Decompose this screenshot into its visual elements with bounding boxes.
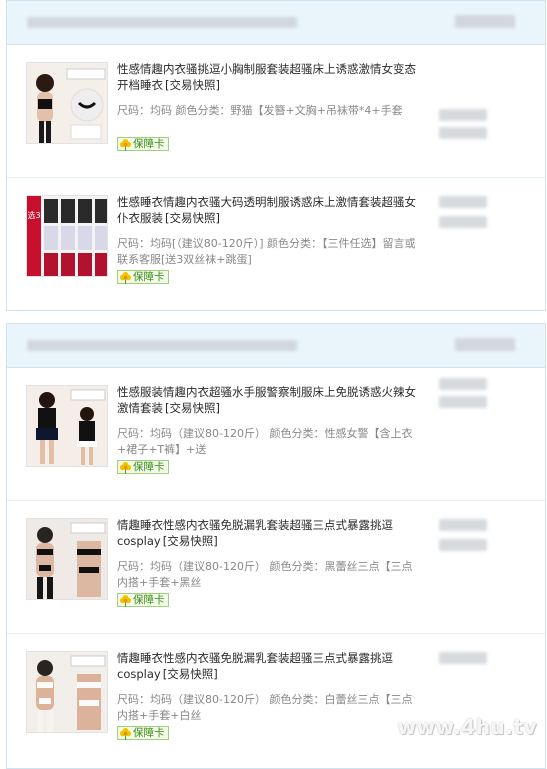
flower-icon (119, 461, 132, 474)
list-item: 情趣睡衣性感内衣骚免脱漏乳套装超骚三点式暴露挑逗cosplay [交易快照] 尺码… (7, 501, 545, 634)
order-group-1: 性感情趣内衣骚挑逗小胸制服套装超骚床上诱惑激情女变态开档睡衣 [交易快照] 尺码：… (6, 0, 546, 311)
sku-info: 尺码：均码（建议80-120斤） 颜色分类：性感女警【含上衣+裙子+T裤】+送 (117, 427, 413, 456)
order-header (7, 1, 545, 45)
guarantee-badge-label: 保障卡 (133, 594, 165, 606)
sku-info: 尺码：均码（建议80-120斤） 颜色分类：白蕾丝三点【三点内搭+手套+白丝 (117, 693, 413, 722)
guarantee-badge[interactable]: 保障卡 (117, 460, 169, 474)
product-title-link[interactable]: 性感情趣内衣骚挑逗小胸制服套装超骚床上诱惑激情女变态开档睡衣 (117, 62, 416, 92)
redacted-qty (439, 127, 487, 139)
guarantee-badge-label: 保障卡 (133, 138, 165, 150)
flower-icon (119, 727, 132, 740)
product-title-link[interactable]: 情趣睡衣性感内衣骚免脱漏乳套装超骚三点式暴露挑逗cosplay (117, 651, 393, 681)
guarantee-badge[interactable]: 保障卡 (117, 726, 169, 740)
product-thumbnail[interactable] (26, 62, 108, 144)
product-title-link[interactable]: 性感服装情趣内衣超骚水手服警察制服床上免脱诱惑火辣女激情套装 (117, 385, 416, 415)
redacted-status (455, 15, 515, 28)
redacted-price (439, 196, 487, 208)
product-title-link[interactable]: 情趣睡衣性感内衣骚免脱漏乳套装超骚三点式暴露挑逗cosplay (117, 518, 393, 548)
guarantee-badge[interactable]: 保障卡 (117, 137, 169, 151)
product-title[interactable]: 性感服装情趣内衣超骚水手服警察制服床上免脱诱惑火辣女激情套装 [交易快照] (117, 384, 419, 416)
redacted-price (439, 109, 487, 121)
flower-icon (119, 271, 132, 284)
snapshot-link[interactable]: [交易快照] (165, 78, 220, 92)
snapshot-link[interactable]: [交易快照] (163, 534, 218, 548)
watermark: www.4hu.tv (397, 715, 537, 739)
redacted-status (455, 338, 515, 351)
redacted-shop-info (27, 17, 297, 28)
flower-icon (119, 594, 132, 607)
sku-info: 尺码：均码 颜色分类：野猫【发簪+文胸+吊袜带*4+手套 (117, 104, 403, 117)
redacted-qty (439, 539, 487, 551)
product-title[interactable]: 性感睡衣情趣内衣骚大码透明制服诱惑床上激情套装超骚女仆衣服装 [交易快照] (117, 194, 419, 226)
snapshot-link[interactable]: [交易快照] (163, 667, 218, 681)
list-item: 自选3款 性感睡衣情趣内衣骚大码透明制服诱惑床上激情套装超骚女仆衣服装[交易快照… (7, 178, 545, 311)
redacted-shop-info (27, 340, 297, 351)
product-thumbnail[interactable] (26, 518, 108, 600)
list-item: 情趣睡衣性感内衣骚免脱漏乳套装超骚三点式暴露挑逗cosplay [交易快照] 尺码… (7, 634, 545, 767)
guarantee-badge[interactable]: 保障卡 (117, 270, 169, 284)
list-item: 性感服装情趣内衣超骚水手服警察制服床上免脱诱惑火辣女激情套装 [交易快照] 尺码：… (7, 368, 545, 501)
redacted-price (439, 652, 487, 664)
sku-info: 尺码：均码[（建议80-120斤）] 颜色分类：【三件任选】留言或联系客服[送3… (117, 237, 416, 266)
guarantee-badge-label: 保障卡 (133, 461, 165, 473)
snapshot-link[interactable]: [交易快照] (165, 211, 220, 225)
product-title[interactable]: 性感情趣内衣骚挑逗小胸制服套装超骚床上诱惑激情女变态开档睡衣 [交易快照] (117, 61, 419, 93)
product-thumbnail[interactable]: 自选3款 (26, 195, 108, 277)
order-header (7, 324, 545, 368)
flower-icon (119, 138, 132, 151)
redacted-qty (439, 216, 487, 228)
guarantee-badge-label: 保障卡 (133, 727, 165, 739)
product-title-link[interactable]: 性感睡衣情趣内衣骚大码透明制服诱惑床上激情套装超骚女仆衣服装 (117, 195, 416, 225)
product-thumbnail[interactable] (26, 651, 108, 733)
product-thumbnail[interactable] (26, 385, 108, 467)
order-group-2: 性感服装情趣内衣超骚水手服警察制服床上免脱诱惑火辣女激情套装 [交易快照] 尺码：… (6, 323, 546, 769)
redacted-price (439, 378, 487, 390)
redacted-price (439, 519, 487, 531)
sku-info: 尺码：均码（建议80-120斤） 颜色分类：黑蕾丝三点【三点内搭+手套+黑丝 (117, 560, 413, 589)
guarantee-badge-label: 保障卡 (133, 271, 165, 283)
redacted-qty (439, 396, 487, 408)
list-item: 性感情趣内衣骚挑逗小胸制服套装超骚床上诱惑激情女变态开档睡衣 [交易快照] 尺码：… (7, 45, 545, 178)
product-title[interactable]: 情趣睡衣性感内衣骚免脱漏乳套装超骚三点式暴露挑逗cosplay [交易快照] (117, 517, 419, 549)
product-title[interactable]: 情趣睡衣性感内衣骚免脱漏乳套装超骚三点式暴露挑逗cosplay [交易快照] (117, 650, 419, 682)
snapshot-link[interactable]: [交易快照] (165, 401, 220, 415)
guarantee-badge[interactable]: 保障卡 (117, 593, 169, 607)
